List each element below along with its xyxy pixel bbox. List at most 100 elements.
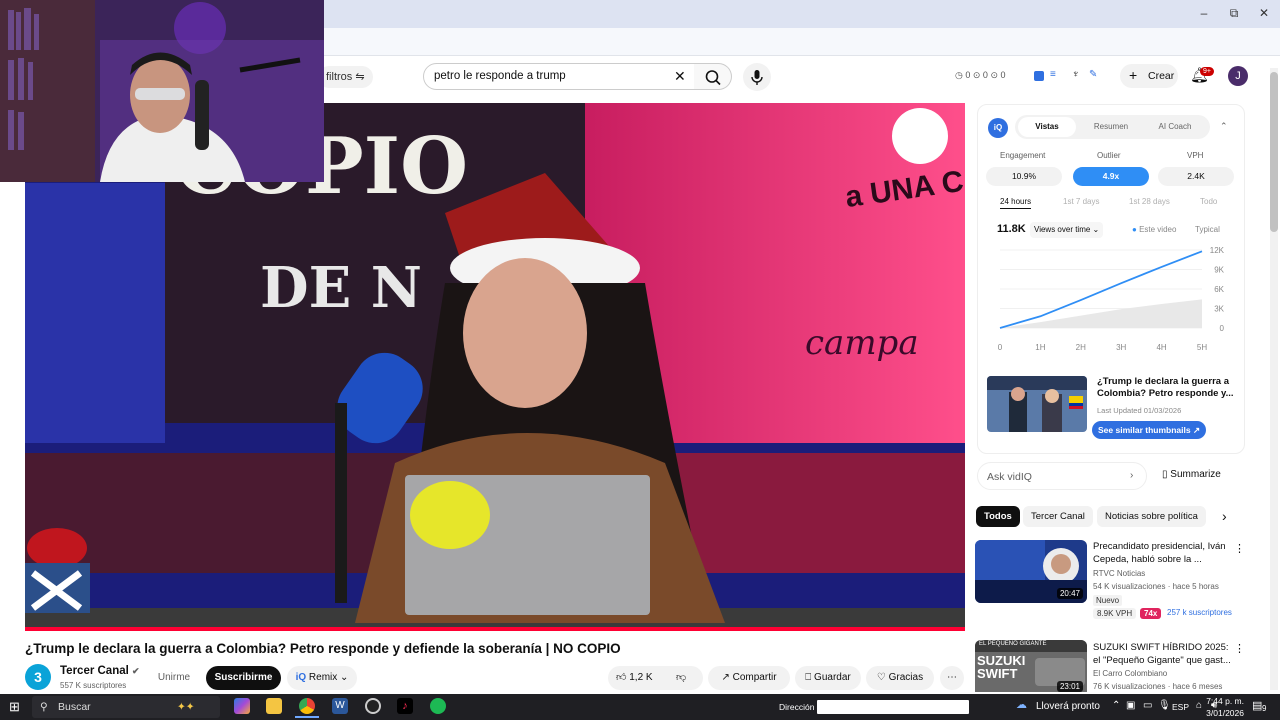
filters-button[interactable]: filtros ⇋: [318, 66, 373, 88]
chart-y-tick: 9K: [1214, 266, 1224, 275]
voice-search-button[interactable]: [743, 63, 771, 91]
send-chevron-icon[interactable]: ›: [1130, 470, 1133, 481]
chip-all[interactable]: Todos: [976, 506, 1020, 527]
obs-icon[interactable]: [365, 698, 381, 714]
last-updated: Last Updated 01/03/2026: [1097, 406, 1182, 415]
address-toolbar-input[interactable]: [817, 700, 969, 714]
summarize-label: Summarize: [1170, 469, 1221, 480]
scrollbar-thumb[interactable]: [1270, 72, 1278, 232]
search-button[interactable]: [694, 63, 732, 90]
save-button[interactable]: ⎕ Guardar: [795, 666, 861, 690]
chevron-down-icon: ⌄: [340, 672, 349, 683]
related-video-1-duration: 20:47: [1056, 588, 1083, 599]
chip-politics[interactable]: Noticias sobre política: [1097, 506, 1206, 527]
tab-ai-coach[interactable]: AI Coach: [1146, 117, 1204, 137]
vidiq-logo: iQ: [988, 118, 1008, 138]
related-video-2-duration: 23:01: [1056, 681, 1083, 692]
dislike-button[interactable]: 👎︎: [676, 666, 686, 690]
ask-vidiq-input[interactable]: Ask vidIQ: [977, 462, 1147, 490]
clear-search-icon[interactable]: ✕: [674, 68, 686, 85]
windows-start-icon[interactable]: ⊞: [9, 699, 20, 715]
create-button[interactable]: + Crear: [1120, 64, 1178, 88]
tab-resumen[interactable]: Resumen: [1082, 117, 1140, 137]
microphone-icon: [751, 70, 763, 85]
clock-time[interactable]: 7:44 p. m.: [1204, 696, 1244, 706]
copilot-icon[interactable]: [234, 698, 250, 714]
tray-apps-icon[interactable]: ▣: [1126, 700, 1135, 711]
views-dropdown[interactable]: Views over time ⌄: [1030, 222, 1104, 238]
verified-icon: ✔: [132, 666, 140, 676]
related-video-1-title[interactable]: Precandidato presidencial, Iván Cepeda, …: [1093, 540, 1233, 566]
channel-name-label: Tercer Canal: [60, 665, 129, 677]
chrome-active-indicator: [295, 716, 319, 718]
account-avatar[interactable]: J: [1228, 66, 1248, 86]
trophy-icon[interactable]: ♆: [1072, 69, 1080, 80]
language-indicator[interactable]: ESP: [1172, 702, 1189, 712]
join-button[interactable]: Unirme: [149, 666, 199, 690]
heart-dollar-icon: ♡: [876, 672, 886, 683]
related-video-1-menu-icon[interactable]: ⋮: [1234, 542, 1245, 555]
clock-date[interactable]: 3/01/2026: [1200, 708, 1244, 718]
collapse-icon[interactable]: ⌃: [1220, 121, 1228, 132]
share-button[interactable]: ↗ Compartir: [708, 666, 790, 690]
battery-icon[interactable]: ▭: [1143, 700, 1152, 711]
page-scrollbar[interactable]: [1270, 68, 1278, 690]
chips-next-icon[interactable]: ›: [1222, 508, 1227, 524]
typical-area: [1000, 299, 1202, 328]
spotify-icon[interactable]: [430, 698, 446, 714]
metric-label-engagement: Engagement: [1000, 151, 1046, 160]
thumbnail-preview[interactable]: [987, 376, 1087, 432]
range-first-28-days[interactable]: 1st 28 days: [1129, 197, 1170, 206]
like-button[interactable]: 👍︎ 1,2 K: [616, 672, 653, 683]
restore-button[interactable]: ⧉: [1222, 6, 1246, 21]
minimize-button[interactable]: –: [1192, 6, 1216, 20]
edit-icon[interactable]: ✎: [1089, 69, 1097, 80]
range-24-hours[interactable]: 24 hours: [1000, 197, 1032, 209]
tiktok-icon[interactable]: ♪: [397, 698, 413, 714]
weather-text[interactable]: Lloverá pronto: [1036, 701, 1100, 712]
related-video-2-channel[interactable]: El Carro Colombiano: [1093, 669, 1167, 678]
taskbar-search[interactable]: ⚲ Buscar ✦✦: [32, 696, 220, 718]
remix-button[interactable]: iQ Remix ⌄: [287, 666, 357, 690]
metric-label-outlier: Outlier: [1097, 151, 1121, 160]
file-explorer-icon[interactable]: [266, 698, 282, 714]
mic-tray-icon[interactable]: 🎙︎: [1158, 700, 1171, 711]
related-video-1-thumbnail[interactable]: 20:47: [975, 540, 1087, 603]
related-video-2-title[interactable]: SUZUKI SWIFT HÍBRIDO 2025: el "Pequeño G…: [1093, 641, 1233, 667]
webcam-overlay: [0, 0, 324, 182]
filters-label: filtros: [326, 71, 353, 83]
chip-channel[interactable]: Tercer Canal: [1023, 506, 1093, 527]
summarize-button[interactable]: ▯ Summarize: [1162, 469, 1221, 480]
vidiq-icon[interactable]: [1034, 71, 1044, 81]
thanks-button[interactable]: ♡ Gracias: [866, 666, 934, 690]
channel-name[interactable]: Tercer Canal ✔: [60, 665, 140, 677]
range-all[interactable]: Todo: [1200, 197, 1217, 206]
range-first-7-days[interactable]: 1st 7 days: [1063, 197, 1099, 206]
progress-bar[interactable]: [25, 627, 965, 631]
similar-thumbnails-label: See similar thumbnails: [1098, 425, 1191, 435]
similar-thumbnails-button[interactable]: See similar thumbnails ↗: [1092, 421, 1207, 439]
counter-3: 0: [1000, 70, 1006, 80]
notification-center-icon[interactable]: ▤: [1252, 699, 1262, 712]
close-button[interactable]: ✕: [1252, 6, 1276, 20]
related-video-1-channel[interactable]: RTVC Noticias: [1093, 569, 1145, 578]
related-video-2-thumbnail[interactable]: EL PEQUEÑO GIGANTE SUZUKI SWIFT 23:01: [975, 640, 1087, 692]
tray-chevron-icon[interactable]: ⌃: [1112, 700, 1120, 711]
counters: ◷ 0 ⊙ 0 ⊙ 0: [955, 70, 1006, 80]
related-video-2-menu-icon[interactable]: ⋮: [1234, 642, 1245, 655]
more-actions-button[interactable]: ⋯: [940, 666, 964, 690]
video-frame: [25, 103, 965, 631]
taskbar-search-icon: ⚲: [40, 701, 48, 713]
word-icon[interactable]: W: [332, 698, 348, 714]
video-player[interactable]: COPIO DE N a UNA C campa: [25, 103, 965, 631]
chart-x-tick: 2H: [1076, 343, 1086, 352]
search-input[interactable]: petro le responde a trump: [423, 63, 695, 90]
list-icon[interactable]: ≡: [1050, 69, 1056, 80]
like-dislike-group: 👍︎ 1,2 K 👎︎: [608, 666, 703, 690]
tab-vistas[interactable]: Vistas: [1018, 117, 1076, 137]
metric-value-outlier: 4.9x: [1073, 167, 1149, 186]
subscribe-button[interactable]: Suscribirme: [206, 666, 281, 690]
channel-avatar[interactable]: 3: [25, 664, 51, 690]
legend-dot-icon: ●: [1132, 225, 1137, 234]
chrome-icon[interactable]: [299, 698, 315, 714]
